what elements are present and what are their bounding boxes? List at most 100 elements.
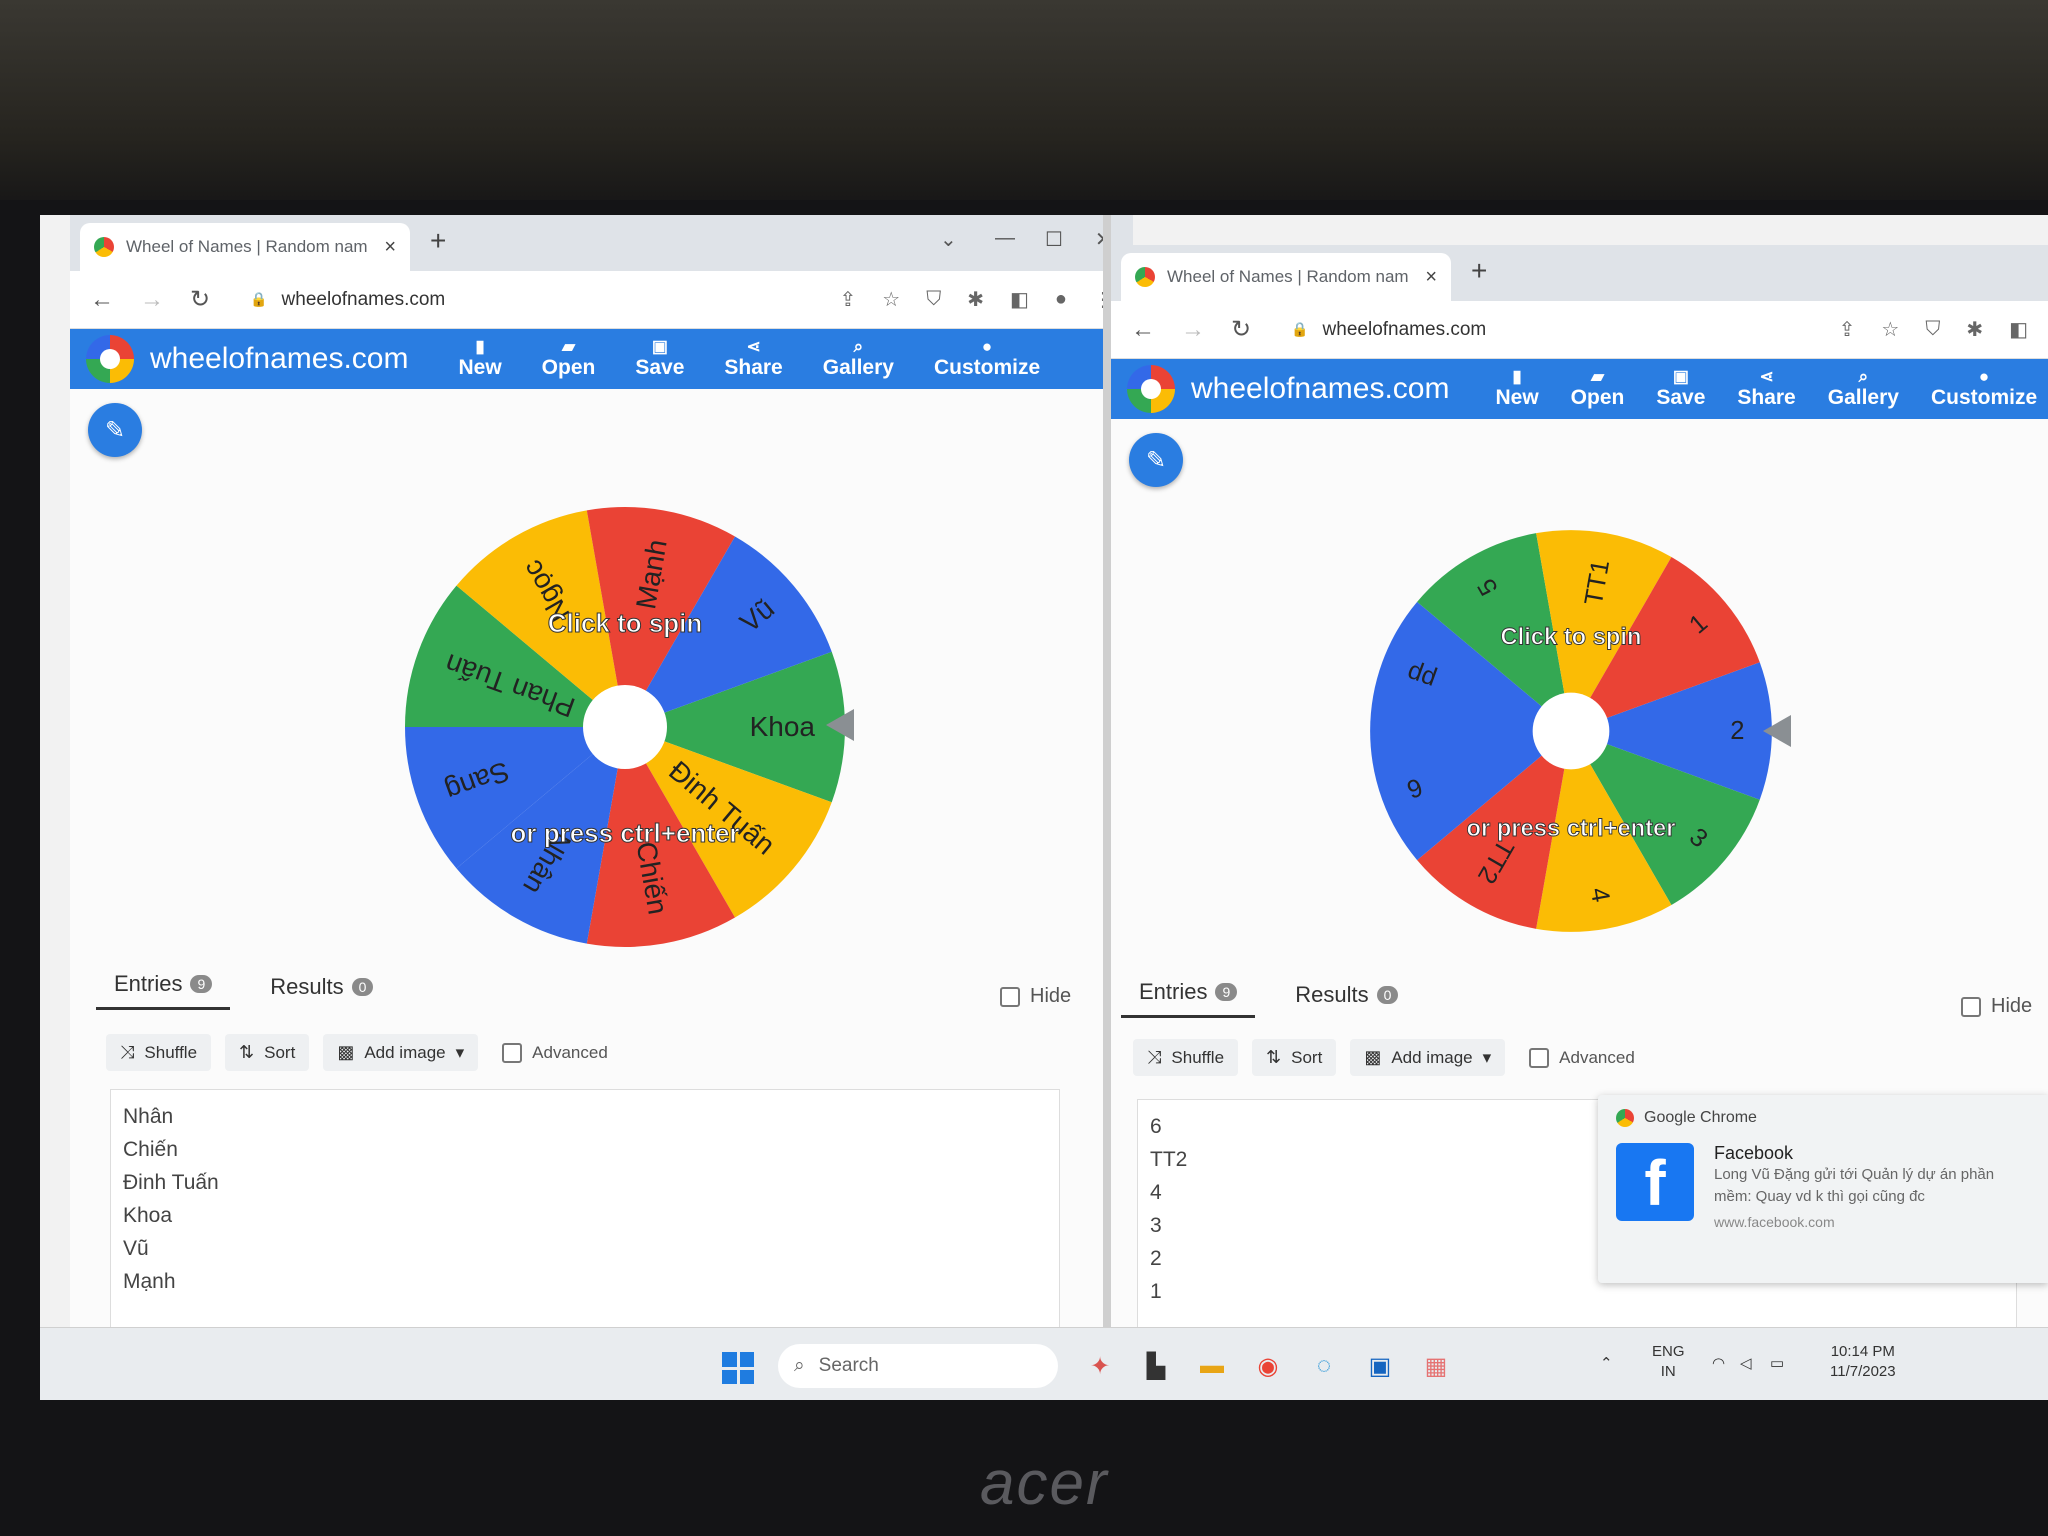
spinning-wheel[interactable]: 234TT26pp5 TT11Click to spinor press ctrl… — [1361, 521, 1781, 941]
profile-avatar-icon[interactable]: ● — [1055, 288, 1067, 311]
sort-button[interactable]: ⇅ Sort — [1252, 1039, 1337, 1076]
extensions-puzzle-icon[interactable]: ✱ — [1966, 317, 1983, 342]
menu-save-label: Save — [1656, 386, 1706, 409]
tab-results[interactable]: Results 0 — [270, 974, 374, 1010]
pinned-app-icon[interactable]: ▦ — [1416, 1346, 1456, 1386]
notification-source-label: Google Chrome — [1644, 1109, 1757, 1126]
wifi-icon[interactable]: ◠ — [1712, 1354, 1725, 1374]
sort-button[interactable]: ⇅ Sort — [225, 1034, 310, 1071]
share-icon: ⋖ — [746, 337, 761, 356]
add-image-button[interactable]: ▩ Add image ▾ — [323, 1034, 479, 1071]
hide-checkbox[interactable] — [1961, 996, 1981, 1017]
menu-open-label: Open — [1570, 386, 1625, 409]
share-page-icon[interactable]: ⇪ — [840, 287, 857, 312]
menu-share[interactable]: ⋖ Share — [1737, 368, 1795, 410]
forward-icon[interactable]: → — [1181, 316, 1205, 344]
menu-save[interactable]: ▣ Save — [635, 338, 684, 380]
advanced-checkbox[interactable] — [1529, 1047, 1550, 1068]
browser-tab[interactable]: Wheel of Names | Random nam × — [80, 223, 410, 271]
menu-open[interactable]: ▰ Open — [1571, 368, 1625, 410]
maximize-icon[interactable]: ☐ — [1045, 227, 1063, 252]
hide-toggle[interactable]: Hide — [1000, 985, 1071, 1008]
advanced-checkbox[interactable] — [502, 1042, 523, 1063]
menu-gallery[interactable]: ⌕ Gallery — [823, 338, 894, 380]
tray-chevron-icon[interactable]: ⌃ — [1600, 1354, 1613, 1374]
add-image-label: Add image — [364, 1042, 446, 1062]
edit-pencil-button[interactable]: ✎ — [1129, 433, 1183, 487]
tab-entries[interactable]: Entries 9 — [96, 971, 231, 1010]
hide-toggle[interactable]: Hide — [1961, 995, 2032, 1018]
page-content: ✎ Khoa Đinh Tuấn Chiến Nhân Sang Phan Tuấn Ngọ… — [70, 389, 1133, 1327]
back-icon[interactable]: ← — [1131, 316, 1155, 344]
spinning-wheel[interactable]: KhoaĐinh TuấnChiếnNhânSangPhan TuấnNgọc M… — [395, 497, 855, 957]
menu-gallery[interactable]: ⌕ Gallery — [1828, 368, 1899, 410]
extensions-puzzle-icon[interactable]: ✱ — [967, 287, 984, 312]
reload-icon[interactable]: ↻ — [190, 285, 210, 314]
close-tab-icon[interactable]: × — [1425, 266, 1437, 289]
image-icon: ▩ — [1364, 1047, 1382, 1067]
bookmark-star-icon[interactable]: ☆ — [1881, 317, 1899, 342]
language-indicator[interactable]: ENG IN — [1652, 1342, 1685, 1382]
omnibox[interactable]: 🔒 wheelofnames.com — [250, 289, 813, 311]
date-label: 11/7/2023 — [1830, 1363, 1896, 1380]
entries-textarea[interactable]: Nhân Chiến Đinh Tuấn Khoa Vũ Mạnh — [110, 1089, 1060, 1327]
palette-icon: ● — [981, 337, 993, 356]
shuffle-button[interactable]: ⤨ Shuffle — [106, 1034, 212, 1071]
chrome-taskbar-icon[interactable]: ◉ — [1248, 1346, 1288, 1386]
menu-new[interactable]: ▮ New — [458, 338, 501, 380]
brand-title[interactable]: wheelofnames.com — [150, 342, 408, 376]
widgets-icon[interactable]: ✦ — [1080, 1346, 1120, 1386]
menu-open[interactable]: ▰ Open — [542, 338, 596, 380]
volume-icon[interactable]: ◁ — [1740, 1354, 1752, 1374]
menu-share[interactable]: ⋖ Share — [724, 338, 782, 380]
side-panel-icon[interactable]: ◧ — [1010, 287, 1029, 312]
tab-results[interactable]: Results 0 — [1295, 982, 1399, 1018]
share-page-icon[interactable]: ⇪ — [1839, 317, 1856, 342]
shield-icon[interactable]: ⛉ — [1925, 318, 1940, 341]
browser-tab[interactable]: Wheel of Names | Random nam × — [1121, 253, 1451, 301]
forward-icon[interactable]: → — [140, 286, 164, 314]
side-panel-icon[interactable]: ◧ — [2009, 317, 2028, 342]
new-tab-button[interactable]: + — [1471, 255, 1487, 287]
click-to-spin-text: Click to spin — [548, 608, 703, 638]
app-navbar: wheelofnames.com ▮ New ▰ Open ▣ Save ⋖ Share… — [1111, 359, 2048, 419]
battery-icon[interactable]: ▭ — [1770, 1354, 1784, 1374]
advanced-toggle[interactable]: Advanced — [502, 1042, 608, 1063]
edit-pencil-button[interactable]: ✎ — [88, 403, 142, 457]
results-count-badge: 0 — [351, 978, 374, 996]
windows-start-icon[interactable] — [722, 1352, 754, 1384]
entries-count-badge: 9 — [190, 975, 213, 993]
new-tab-button[interactable]: + — [430, 225, 446, 257]
outlook-icon[interactable]: ▣ — [1360, 1346, 1400, 1386]
taskbar-search[interactable]: ⌕ Search — [778, 1344, 1058, 1388]
minimize-icon[interactable]: — — [995, 227, 1015, 250]
chrome-notification[interactable]: Google Chrome f Facebook Long Vũ Đặng gử… — [1598, 1095, 2048, 1283]
back-icon[interactable]: ← — [90, 286, 114, 314]
zalo-icon[interactable]: ◌ — [1304, 1346, 1344, 1386]
task-view-icon[interactable]: ▙ — [1136, 1346, 1176, 1386]
reload-icon[interactable]: ↻ — [1231, 315, 1251, 344]
tab-entries[interactable]: Entries 9 — [1121, 979, 1256, 1018]
brand-title[interactable]: wheelofnames.com — [1191, 372, 1449, 406]
shield-icon[interactable]: ⛉ — [926, 288, 941, 311]
omnibox[interactable]: 🔒 wheelofnames.com — [1291, 319, 1813, 341]
menu-customize[interactable]: ● Customize — [1931, 368, 2037, 410]
entry-line: Nhân — [123, 1105, 174, 1128]
menu-share-label: Share — [1737, 386, 1796, 409]
clock[interactable]: 10:14 PM 11/7/2023 — [1830, 1342, 1896, 1382]
shuffle-button[interactable]: ⤨ Shuffle — [1133, 1039, 1239, 1076]
menu-save[interactable]: ▣ Save — [1656, 368, 1705, 410]
hide-checkbox[interactable] — [1000, 986, 1020, 1007]
tab-search-chevron-icon[interactable]: ⌄ — [940, 227, 957, 252]
wheel-logo-icon[interactable] — [1127, 365, 1175, 413]
close-tab-icon[interactable]: × — [384, 236, 396, 259]
wheel-logo-icon[interactable] — [86, 335, 134, 383]
add-image-button[interactable]: ▩ Add image ▾ — [1350, 1039, 1506, 1076]
chrome-icon — [1616, 1109, 1634, 1127]
results-count-badge: 0 — [1376, 986, 1399, 1004]
bookmark-star-icon[interactable]: ☆ — [882, 287, 900, 312]
menu-customize[interactable]: ● Customize — [934, 338, 1040, 380]
advanced-toggle[interactable]: Advanced — [1529, 1047, 1635, 1068]
menu-new[interactable]: ▮ New — [1495, 368, 1538, 410]
file-explorer-icon[interactable]: ▬ — [1192, 1346, 1232, 1386]
